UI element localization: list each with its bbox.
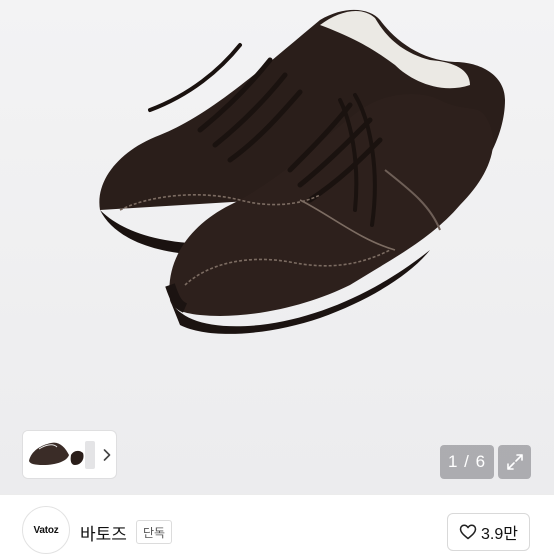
heart-icon	[459, 524, 477, 540]
image-counter: 1 / 6	[440, 445, 494, 479]
product-photo-suede-sneakers	[99, 9, 506, 334]
expand-icon	[506, 454, 523, 470]
like-count: 3.9만	[481, 526, 518, 543]
thumbnail-strip[interactable]	[23, 431, 116, 478]
store-name[interactable]: 바토즈	[80, 520, 127, 545]
shoe-thumbnail[interactable]	[23, 431, 97, 478]
shoe-thumbnail-icon	[23, 431, 97, 478]
store-logo[interactable]: Vatoz	[22, 506, 70, 554]
product-image-gallery[interactable]: 1 / 6	[0, 0, 554, 494]
like-button[interactable]: 3.9만	[447, 513, 530, 551]
store-info-bar: Vatoz 바토즈 단독 3.9만	[0, 494, 554, 555]
thumbnail-next-button[interactable]	[97, 431, 116, 478]
exclusive-badge: 단독	[136, 520, 173, 544]
chevron-right-icon	[103, 448, 110, 461]
expand-image-button[interactable]	[498, 445, 531, 479]
